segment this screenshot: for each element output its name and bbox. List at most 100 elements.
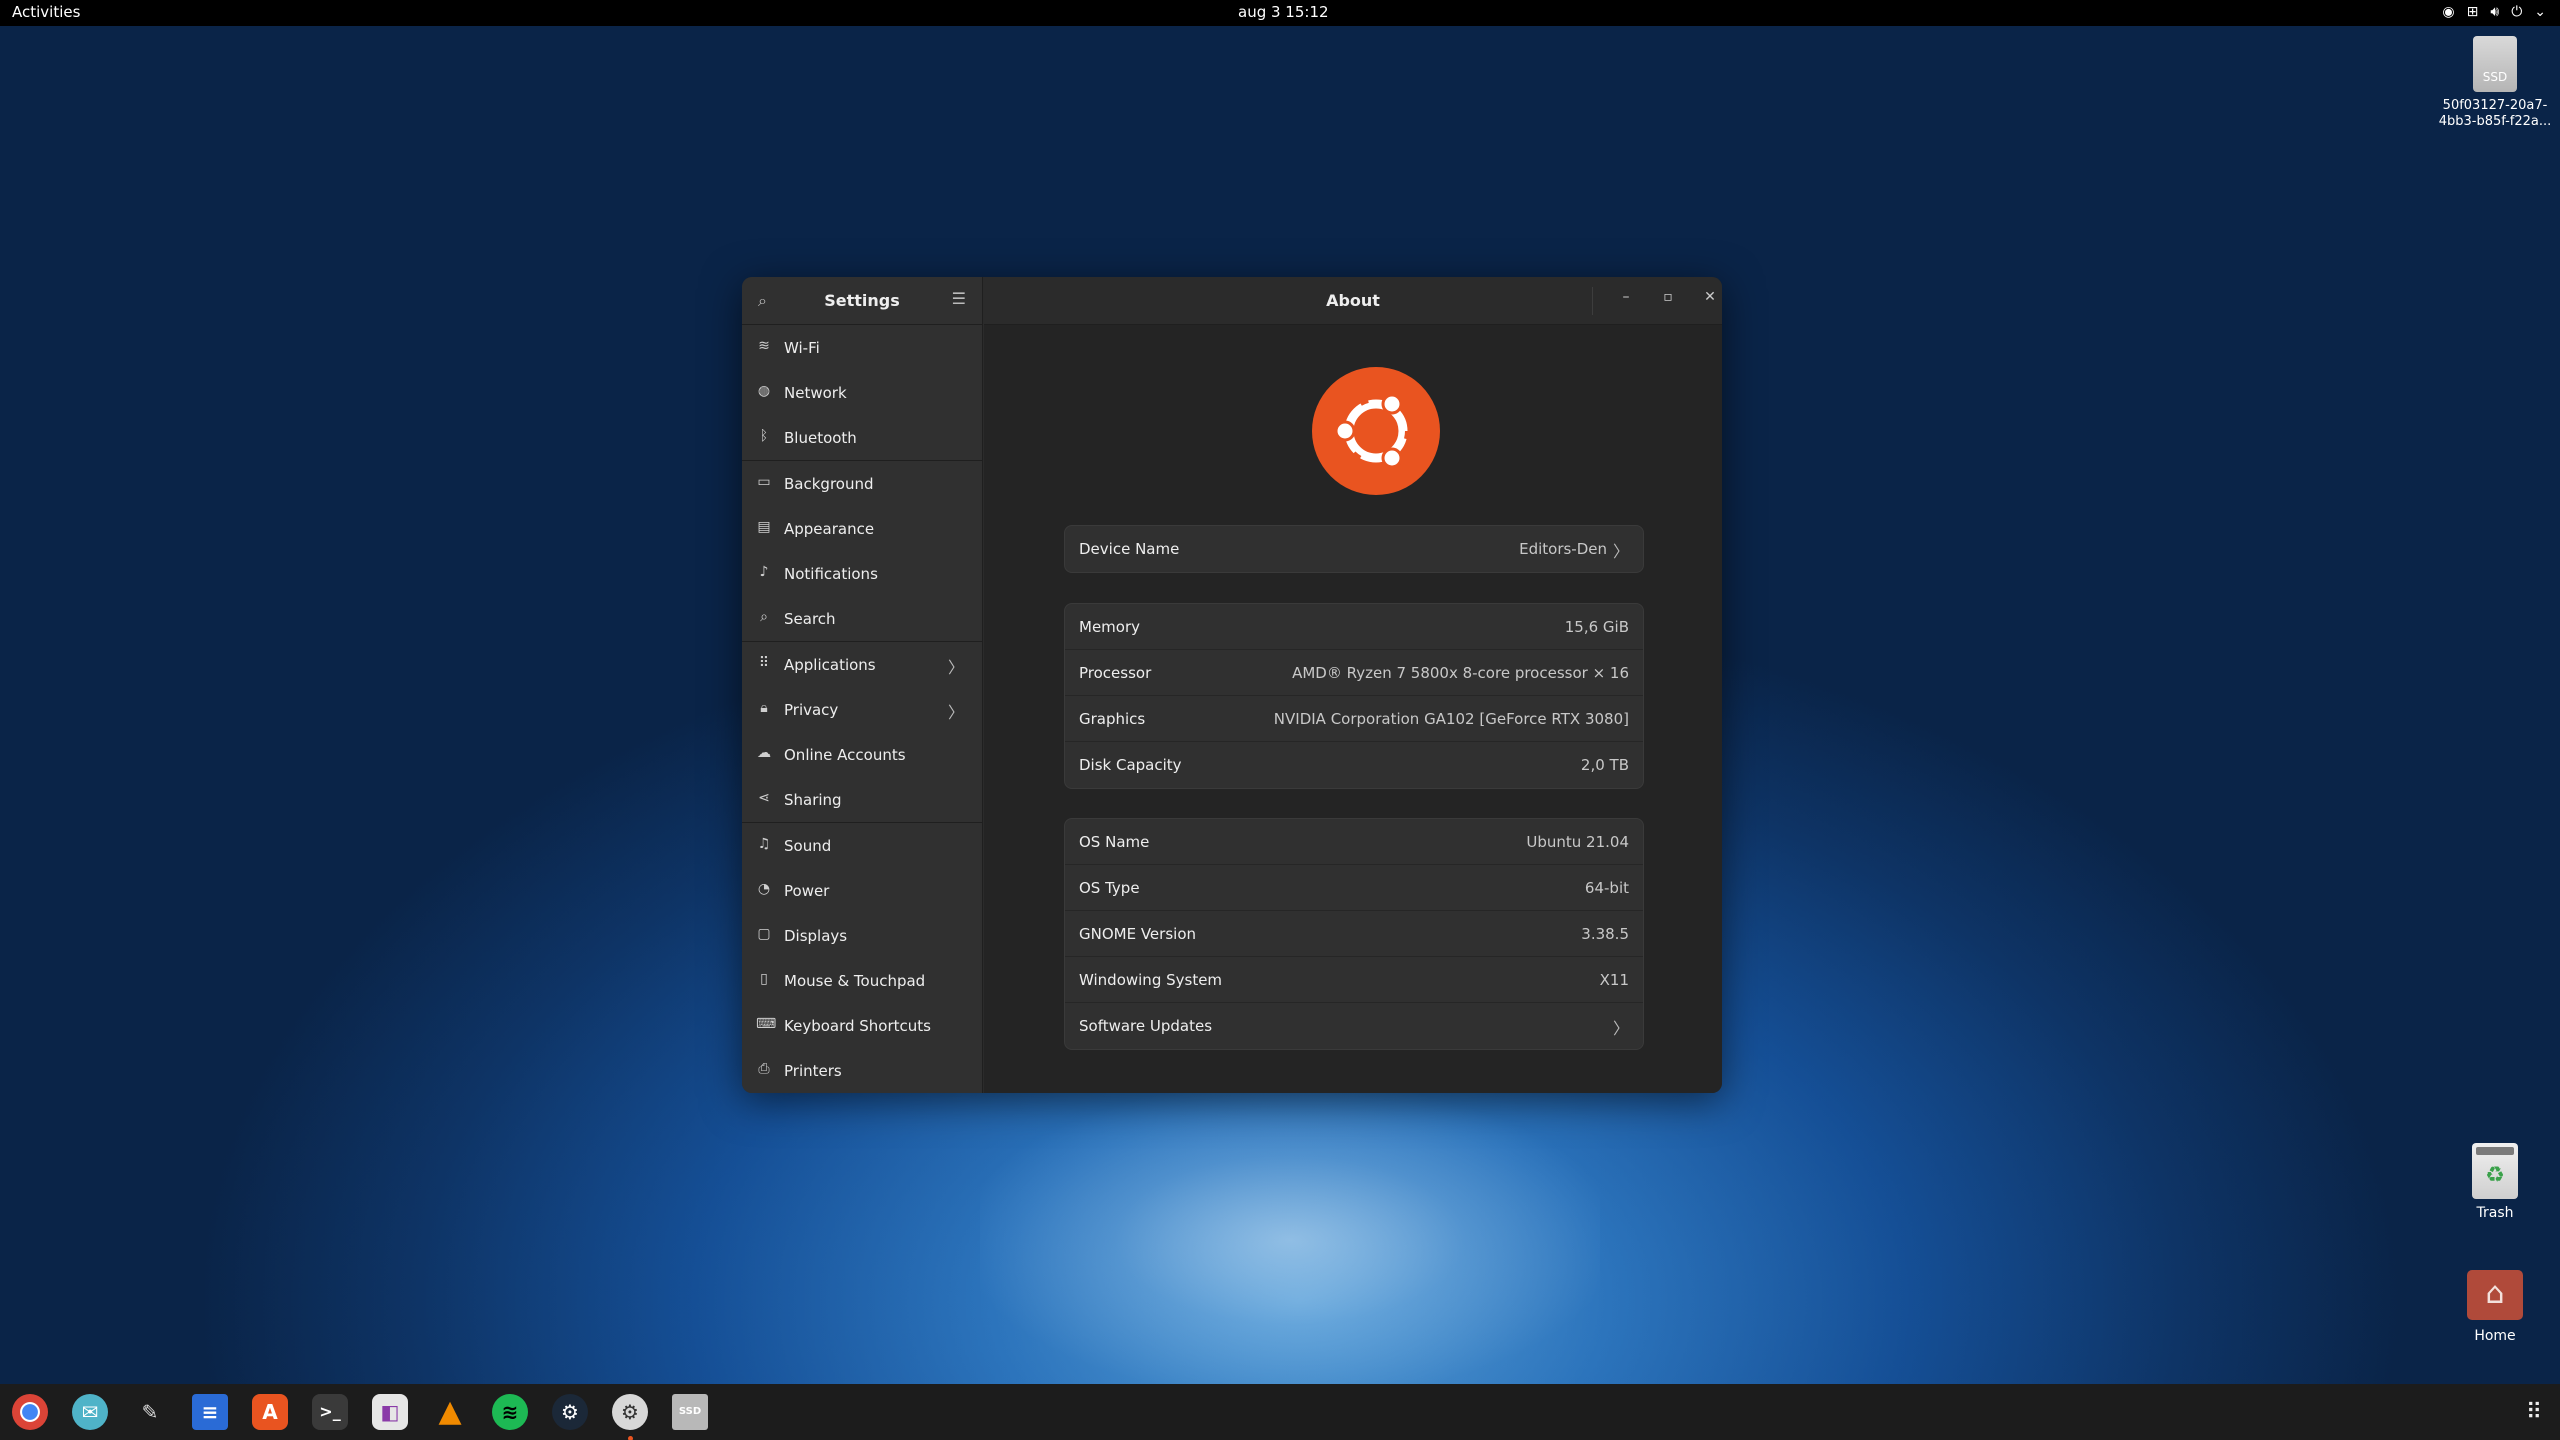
sidebar-item-background[interactable]: ▭ Background <box>742 461 982 506</box>
sidebar-item-label: Applications <box>784 655 876 674</box>
steam-tray-icon[interactable]: ◉ <box>2442 4 2454 20</box>
sidebar-item-label: Wi-Fi <box>784 338 820 357</box>
software-updates-row[interactable]: Software Updates 〉 <box>1065 1003 1643 1049</box>
row-label: OS Name <box>1079 833 1150 851</box>
settings-icon[interactable]: ⚙ <box>612 1394 648 1440</box>
row-label: Disk Capacity <box>1079 756 1182 774</box>
os-card: OS Name Ubuntu 21.04 OS Type 64-bit GNOME … <box>1064 818 1644 1050</box>
spotify-icon[interactable]: ≋ <box>492 1394 528 1430</box>
steam-icon[interactable]: ⚙ <box>552 1394 588 1430</box>
mail-icon[interactable]: ✉ <box>72 1394 108 1430</box>
home-label: Home <box>2474 1328 2516 1344</box>
sidebar-item-network[interactable]: ◍ Network <box>742 370 982 415</box>
app-icon[interactable]: ◧ <box>372 1394 408 1430</box>
headerbar: About – ▫ ✕ <box>984 277 1722 325</box>
sidebar-item-power[interactable]: ◔ Power <box>742 868 982 913</box>
show-applications-icon[interactable]: ⠿ <box>2526 1400 2542 1425</box>
trash-icon <box>2472 1143 2518 1199</box>
appearance-icon: ▤ <box>757 519 771 535</box>
row-label: Software Updates <box>1079 1017 1213 1035</box>
row-value: AMD® Ryzen 7 5800x 8-core processor × 16 <box>1292 664 1629 682</box>
clock[interactable]: aug 3 15:12 <box>1238 3 1329 21</box>
terminal-icon[interactable]: >_ <box>312 1394 348 1430</box>
row-label: Memory <box>1079 618 1141 636</box>
sidebar-header: ⌕ Settings ☰ <box>742 277 982 325</box>
row-label: Processor <box>1079 664 1152 682</box>
chevron-right-icon: 〉 <box>1612 542 1629 561</box>
chevron-right-icon: 〉 <box>1612 1019 1629 1038</box>
device-name-row[interactable]: Device Name Editors-Den 〉 <box>1065 526 1643 572</box>
home-folder-icon <box>2467 1270 2523 1320</box>
network-icon[interactable]: ⊞ <box>2467 4 2479 20</box>
sidebar-item-printers[interactable]: ⎙ Printers <box>742 1048 982 1093</box>
power-icon: ◔ <box>757 881 771 897</box>
sidebar-item-appearance[interactable]: ▤ Appearance <box>742 506 982 551</box>
sidebar-item-search[interactable]: ⌕ Search <box>742 596 982 641</box>
music-note-icon: ♫ <box>757 836 771 852</box>
cloud-icon: ☁ <box>757 745 771 761</box>
sidebar-item-applications[interactable]: ⠿ Applications 〉 <box>742 642 982 687</box>
printer-icon: ⎙ <box>758 1061 770 1077</box>
sidebar-item-notifications[interactable]: ♪ Notifications <box>742 551 982 596</box>
processor-row: Processor AMD® Ryzen 7 5800x 8-core proce… <box>1065 650 1643 696</box>
ubuntu-logo-icon <box>1334 393 1409 469</box>
row-value: NVIDIA Corporation GA102 [GeForce RTX 30… <box>1273 710 1629 728</box>
about-panel: About – ▫ ✕ Device Name Editors-Den 〉 Me… <box>984 277 1722 1093</box>
desktop-home[interactable]: Home <box>2460 1270 2530 1344</box>
device-name-card: Device Name Editors-Den 〉 <box>1064 525 1644 573</box>
network-globe-icon: ◍ <box>757 383 771 399</box>
writer-icon[interactable]: ≡ <box>192 1394 228 1430</box>
activities-button[interactable]: Activities <box>12 3 80 21</box>
app-store-icon[interactable]: A <box>252 1394 288 1430</box>
sidebar-item-mouse-touchpad[interactable]: ▯ Mouse & Touchpad <box>742 958 982 1003</box>
sidebar-item-label: Appearance <box>784 519 875 538</box>
os-name-row: OS Name Ubuntu 21.04 <box>1065 819 1643 865</box>
sidebar-item-label: Background <box>784 474 874 493</box>
close-button[interactable]: ✕ <box>1698 289 1722 305</box>
menu-icon[interactable]: ☰ <box>952 289 966 308</box>
sidebar-item-sound[interactable]: ♫ Sound <box>742 823 982 868</box>
power-icon[interactable]: ⏻ <box>2511 4 2522 20</box>
sidebar-item-label: Privacy <box>784 700 839 719</box>
row-value: X11 <box>1599 971 1629 989</box>
desktop-trash[interactable]: Trash <box>2460 1143 2530 1221</box>
search-icon: ⌕ <box>760 609 768 625</box>
sidebar-item-bluetooth[interactable]: ᛒ Bluetooth <box>742 415 982 460</box>
drive-icon <box>2473 36 2517 92</box>
device-name-label: Device Name <box>1079 540 1180 558</box>
sidebar-item-label: Mouse & Touchpad <box>784 971 926 990</box>
sidebar-item-keyboard-shortcuts[interactable]: ⌨ Keyboard Shortcuts <box>742 1003 982 1048</box>
wallpaper-glow <box>980 1090 1600 1390</box>
sidebar-item-wifi[interactable]: ≋ Wi-Fi <box>742 325 982 370</box>
sidebar-item-sharing[interactable]: ⋖ Sharing <box>742 777 982 822</box>
desktop-drive[interactable]: 50f03127-20a7- 4bb3-b85f-f22a... <box>2420 36 2560 130</box>
row-label: OS Type <box>1079 879 1140 897</box>
share-icon: ⋖ <box>758 790 770 806</box>
chevron-down-icon[interactable]: ⌄ <box>2534 4 2546 20</box>
keyboard-icon: ⌨ <box>756 1016 777 1032</box>
minimize-button[interactable]: – <box>1614 289 1638 305</box>
volume-icon[interactable]: 🔊︎ <box>2490 4 2499 20</box>
vlc-icon[interactable]: ▲ <box>432 1394 468 1430</box>
dock: ✉ ✎ ≡ A >_ ◧ ▲ ≋ ⚙ ⚙ SSD ⠿ <box>0 1384 2560 1440</box>
system-tray[interactable]: ◉ ⊞ 🔊︎ ⏻ ⌄ <box>2442 4 2546 20</box>
chrome-icon[interactable] <box>12 1394 48 1430</box>
sidebar-item-privacy[interactable]: 🔒︎ Privacy 〉 <box>742 687 982 732</box>
sidebar-item-displays[interactable]: ▢ Displays <box>742 913 982 958</box>
hardware-card: Memory 15,6 GiB Processor AMD® Ryzen 7 580… <box>1064 603 1644 789</box>
drive-icon[interactable]: SSD <box>672 1394 708 1430</box>
sidebar-item-online-accounts[interactable]: ☁ Online Accounts <box>742 732 982 777</box>
sidebar-item-label: Keyboard Shortcuts <box>784 1016 931 1035</box>
editor-icon[interactable]: ✎ <box>132 1394 168 1430</box>
grid-icon: ⠿ <box>758 655 770 671</box>
maximize-button[interactable]: ▫ <box>1656 289 1680 305</box>
gnome-version-row: GNOME Version 3.38.5 <box>1065 911 1643 957</box>
mouse-icon: ▯ <box>760 971 768 987</box>
os-type-row: OS Type 64-bit <box>1065 865 1643 911</box>
row-value: 64-bit <box>1584 879 1629 897</box>
windowing-system-row: Windowing System X11 <box>1065 957 1643 1003</box>
sidebar-list: ≋ Wi-Fi ◍ Network ᛒ Bluetooth ▭ Background ▤… <box>742 325 982 1093</box>
sidebar-item-label: Power <box>784 881 830 900</box>
sidebar-item-label: Online Accounts <box>784 745 906 764</box>
memory-row: Memory 15,6 GiB <box>1065 604 1643 650</box>
